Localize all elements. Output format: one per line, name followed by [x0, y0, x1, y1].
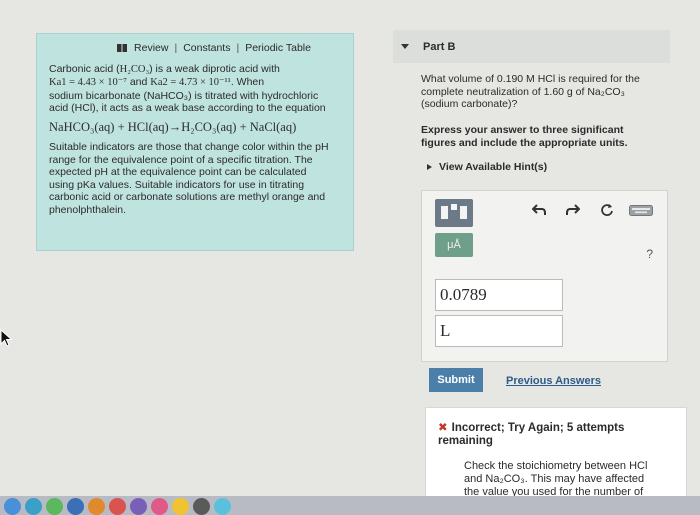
- feedback-title-line2: remaining: [438, 435, 493, 447]
- tab-separator: |: [174, 42, 178, 54]
- part-b-header[interactable]: Part B: [393, 30, 670, 63]
- caret-down-icon[interactable]: [401, 44, 409, 49]
- dock: [0, 496, 700, 515]
- feedback-title: ✖ Incorrect; Try Again; 5 attempts: [438, 422, 676, 435]
- dock-app-icon[interactable]: [67, 498, 84, 515]
- template-square-icon: [460, 206, 467, 219]
- text-segment: Carbonic acid (: [49, 62, 120, 75]
- dock-app-icon[interactable]: [109, 498, 126, 515]
- text-line: acid (HCl), it acts as a weak base accor…: [49, 102, 326, 114]
- text-line: using pKa values. Suitable indicators fo…: [49, 178, 305, 191]
- answer-instruction: Express your answer to three significant…: [421, 124, 683, 149]
- feedback-title-line1: Incorrect; Try Again; 5 attempts: [451, 422, 625, 434]
- template-square-icon: [441, 206, 448, 219]
- info-tabs: Review | Constants | Periodic Table: [85, 42, 343, 55]
- text-segment: and: [126, 76, 151, 88]
- incorrect-x-icon: ✖: [438, 422, 448, 434]
- undo-icon[interactable]: [532, 203, 546, 217]
- previous-answers-link[interactable]: Previous Answers: [506, 375, 601, 387]
- text-line: phenolphthalein.: [49, 203, 127, 216]
- dock-app-icon[interactable]: [214, 498, 231, 515]
- templates-button[interactable]: [435, 199, 473, 227]
- units-button[interactable]: μÅ: [435, 233, 473, 257]
- dock-app-icon[interactable]: [4, 498, 21, 515]
- redo-icon[interactable]: [566, 203, 580, 217]
- text-line: range for the equivalence point of a spe…: [49, 153, 313, 166]
- mouse-pointer-icon: [0, 329, 13, 347]
- tab-periodic-table[interactable]: Periodic Table: [245, 42, 311, 55]
- help-button[interactable]: ?: [646, 247, 653, 261]
- keyboard-icon[interactable]: [629, 205, 653, 216]
- text-line: What volume of 0.190 M HCl is required f…: [421, 73, 640, 85]
- text-line: Suitable indicators are those that chang…: [49, 141, 329, 153]
- template-square-icon: [451, 204, 457, 210]
- text-line: Check the stoichiometry between HCl: [464, 460, 648, 472]
- text-line: sodium bicarbonate (NaHCO₃) is titrated …: [49, 89, 319, 102]
- reset-icon[interactable]: [600, 203, 614, 217]
- tab-constants[interactable]: Constants: [183, 42, 230, 55]
- triangle-right-icon: [427, 164, 432, 170]
- question-text: What volume of 0.190 M HCl is required f…: [421, 73, 683, 111]
- formula-h2co3: H₂CO₃: [119, 63, 150, 75]
- submit-button[interactable]: Submit: [429, 368, 483, 392]
- reaction-equation: NaHCO₃(aq) + HCl(aq)→H₂CO₃(aq) + NaCl(aq…: [49, 119, 297, 134]
- view-hints-link[interactable]: View Available Hint(s): [427, 161, 547, 173]
- dock-app-icon[interactable]: [172, 498, 189, 515]
- text-segment: . When: [230, 76, 265, 88]
- part-label: Part B: [423, 40, 456, 53]
- ka2-value: Ka2 = 4.73 × 10⁻¹¹: [150, 77, 231, 88]
- info-paragraph-1: Carbonic acid (H₂CO₃) is a weak diprotic…: [49, 63, 343, 115]
- answer-unit-input[interactable]: L: [435, 315, 563, 347]
- ka1-value: Ka1 = 4.43 × 10⁻⁷: [49, 77, 127, 88]
- text-line: Express your answer to three significant: [421, 124, 624, 136]
- tab-separator: |: [236, 42, 240, 54]
- info-paragraph-2: Suitable indicators are those that chang…: [49, 141, 343, 216]
- dock-app-icon[interactable]: [25, 498, 42, 515]
- dock-app-icon[interactable]: [193, 498, 210, 515]
- text-line: expected pH at the equivalence point can…: [49, 166, 307, 178]
- book-icon: [117, 44, 128, 53]
- feedback-body: Check the stoichiometry between HCl and …: [464, 460, 676, 499]
- text-line: carbonic acid or carbonate solutions are…: [49, 191, 326, 203]
- dock-app-icon[interactable]: [88, 498, 105, 515]
- dock-app-icon[interactable]: [151, 498, 168, 515]
- answer-value-input[interactable]: 0.0789: [435, 279, 563, 311]
- text-segment: ) is a weak diprotic acid with: [149, 62, 280, 75]
- text-line: complete neutralization of 1.60 g of Na₂…: [421, 85, 625, 98]
- text-line: (sodium carbonate)?: [421, 98, 518, 110]
- tab-review[interactable]: Review: [134, 42, 168, 55]
- text-line: figures and include the appropriate unit…: [421, 136, 628, 149]
- answer-area: μÅ ? 0.0789 L: [421, 190, 668, 362]
- info-panel: Review | Constants | Periodic Table Carb…: [36, 33, 354, 251]
- hint-label: View Available Hint(s): [439, 161, 548, 173]
- dock-app-icon[interactable]: [130, 498, 147, 515]
- text-line: and Na₂CO₃. This may have affected: [464, 473, 645, 485]
- dock-app-icon[interactable]: [46, 498, 63, 515]
